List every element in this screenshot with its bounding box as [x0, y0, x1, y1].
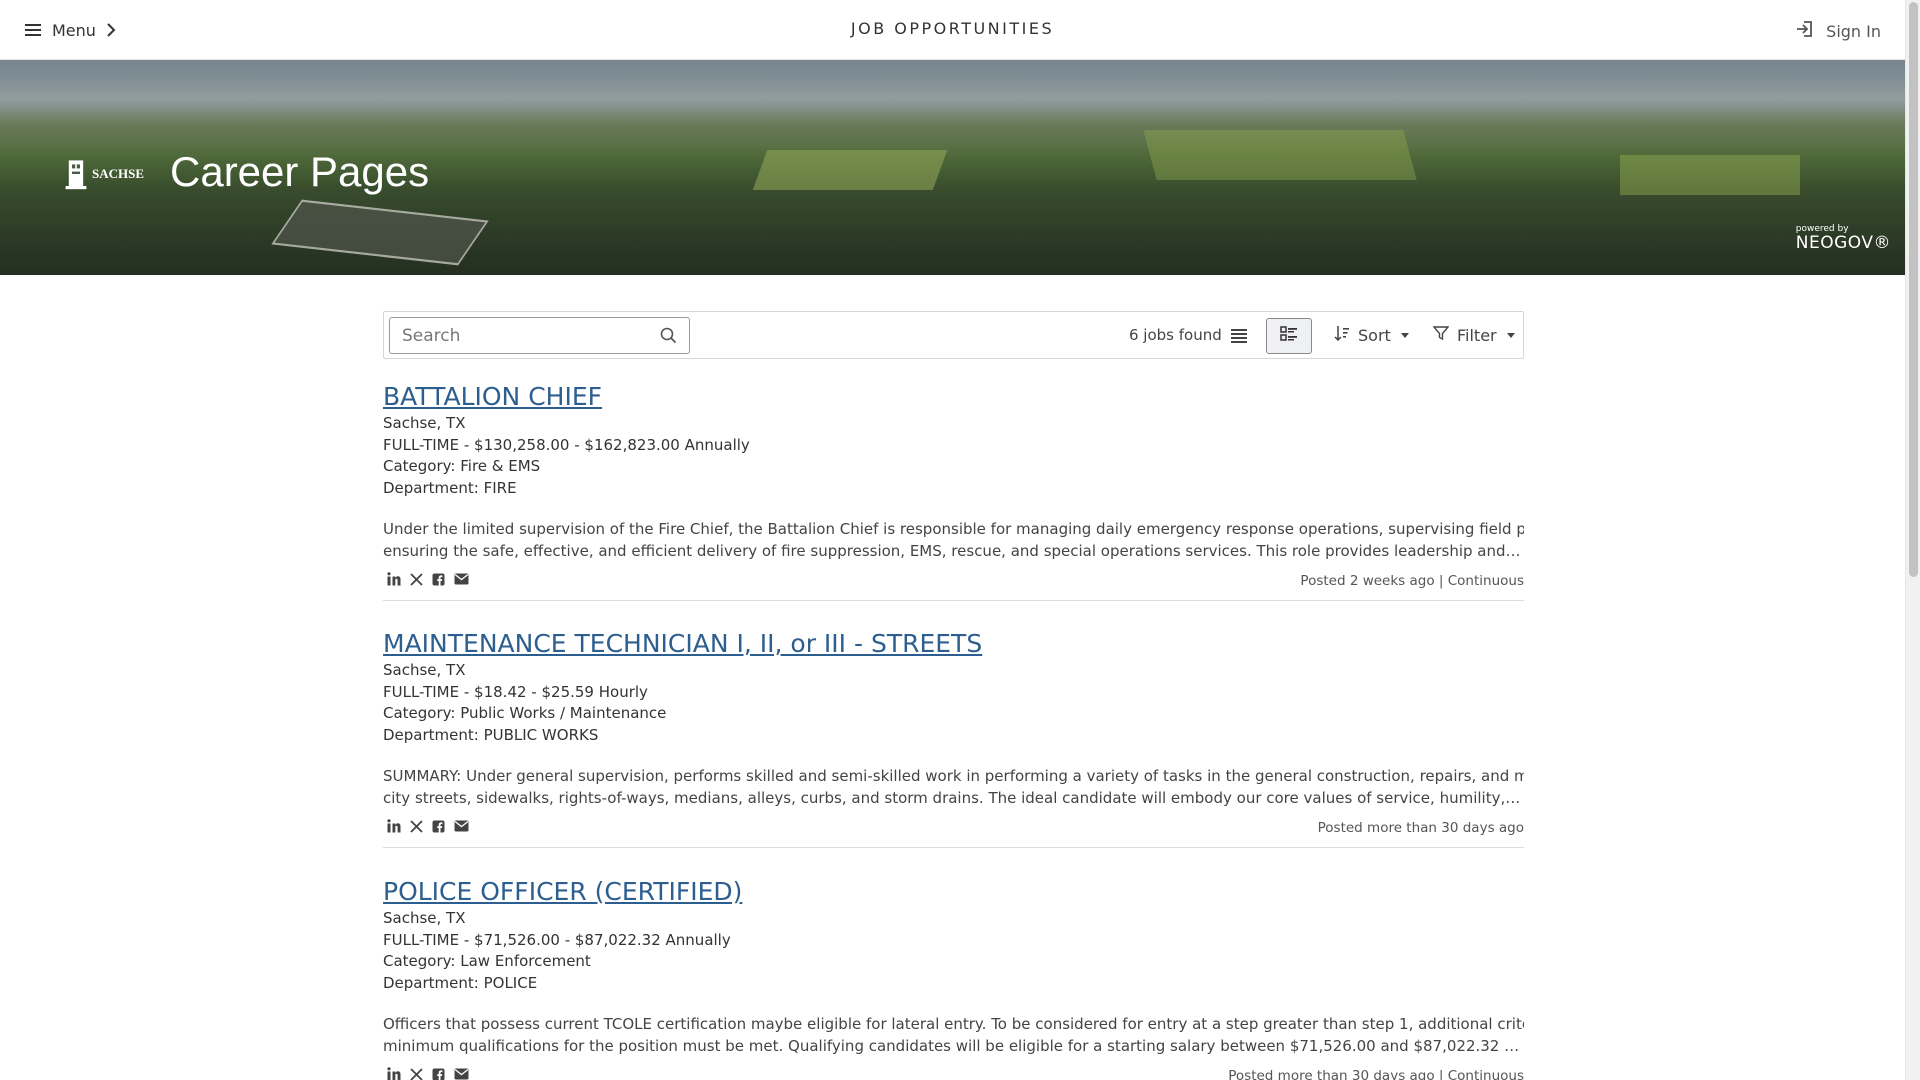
linkedin-icon[interactable] [387, 819, 401, 833]
linkedin-icon[interactable] [387, 572, 401, 586]
facebook-icon[interactable] [432, 573, 445, 586]
search-icon[interactable] [660, 327, 677, 348]
banner-field [1143, 130, 1417, 180]
job-listing: MAINTENANCE TECHNICIAN I, II, or III - S… [383, 628, 1524, 848]
share-links [387, 819, 469, 833]
linkedin-icon[interactable] [387, 1067, 401, 1080]
list-view-icon[interactable] [1230, 326, 1248, 348]
search-input[interactable] [390, 318, 640, 353]
caret-down-icon [1400, 332, 1409, 338]
job-description-line: Officers that possess current TCOLE cert… [383, 1015, 1524, 1033]
job-footer: Posted 2 weeks ago | Continuous [383, 568, 1524, 600]
top-navbar: Menu JOB OPPORTUNITIES Sign In [0, 0, 1905, 60]
job-toolbar: 6 jobs found Sort Filter [383, 311, 1524, 359]
job-title-link[interactable]: BATTALION CHIEF [383, 381, 1524, 413]
job-salary: FULL-TIME - $18.42 - $25.59 Hourly [383, 682, 648, 701]
posted-date: Posted 2 weeks ago | Continuous [1300, 573, 1524, 589]
page-title: JOB OPPORTUNITIES [850, 19, 1055, 38]
sign-in-icon [1796, 20, 1814, 42]
neogov-logo: NEOGOV® [1795, 233, 1891, 253]
job-description-line: ensuring the safe, effective, and effici… [383, 542, 1524, 560]
banner-field [1620, 155, 1800, 195]
page-scrollbar[interactable] [1905, 0, 1920, 1080]
sachse-logo: SACHSE [64, 152, 144, 196]
share-links [387, 572, 469, 586]
card-view-button[interactable] [1266, 318, 1312, 354]
sign-in-button[interactable]: Sign In [1796, 20, 1881, 42]
job-category: Category: Public Works / Maintenance [383, 704, 667, 722]
posted-date: Posted more than 30 days ago [1317, 820, 1524, 836]
tower-logo-icon [65, 160, 87, 190]
job-department: Department: FIRE [383, 478, 517, 497]
banner-parking-lot [271, 199, 489, 266]
banner-sky [0, 60, 1905, 98]
banner-title: Career Pages [170, 148, 430, 195]
job-footer: Posted more than 30 days ago | Continuou… [383, 1063, 1524, 1080]
job-listing: POLICE OFFICER (CERTIFIED) Sachse, TX FU… [383, 876, 1524, 1080]
sort-icon [1334, 325, 1350, 345]
job-description: Officers that possess current TCOLE cert… [383, 1013, 1524, 1057]
job-title-link[interactable]: MAINTENANCE TECHNICIAN I, II, or III - S… [383, 628, 1524, 660]
job-location: Sachse, TX [383, 661, 466, 679]
search-box [389, 317, 690, 354]
jobs-found-count: 6 jobs found [1129, 326, 1222, 344]
job-category: Category: Fire & EMS [383, 457, 541, 475]
job-department: Department: POLICE [383, 973, 538, 992]
banner-field [752, 150, 948, 190]
logo-text: SACHSE [91, 166, 144, 181]
powered-by-neogov[interactable]: powered by NEOGOV® [1796, 224, 1891, 252]
share-links [387, 1067, 469, 1080]
job-footer: Posted more than 30 days ago [383, 815, 1524, 847]
sort-label: Sort [1358, 325, 1391, 345]
email-icon[interactable] [454, 1068, 469, 1080]
job-listing: BATTALION CHIEF Sachse, TX FULL-TIME - $… [383, 381, 1524, 601]
posted-date: Posted more than 30 days ago | Continuou… [1228, 1068, 1524, 1080]
x-twitter-icon[interactable] [410, 1067, 423, 1080]
sort-dropdown[interactable]: Sort [1334, 325, 1409, 345]
scrollbar-thumb[interactable] [1909, 2, 1918, 577]
sign-in-label: Sign In [1826, 21, 1881, 41]
x-twitter-icon[interactable] [410, 572, 423, 586]
filter-icon [1432, 325, 1450, 345]
job-description-line: minimum qualifications for the position … [383, 1037, 1524, 1055]
filter-label: Filter [1457, 325, 1497, 345]
job-description-line: city streets, sidewalks, rights-of-ways,… [383, 789, 1524, 807]
card-view-icon [1280, 326, 1298, 346]
job-category: Category: Law Enforcement [383, 952, 591, 970]
caret-down-icon [1506, 332, 1515, 338]
email-icon[interactable] [454, 573, 469, 585]
facebook-icon[interactable] [432, 1068, 445, 1080]
job-title-link[interactable]: POLICE OFFICER (CERTIFIED) [383, 876, 1524, 908]
job-department: Department: PUBLIC WORKS [383, 725, 599, 744]
job-description: SUMMARY: Under general supervision, perf… [383, 765, 1524, 809]
filter-dropdown[interactable]: Filter [1432, 325, 1515, 345]
job-location: Sachse, TX [383, 909, 466, 927]
hero-banner: SACHSE Career Pages powered by NEOGOV® [0, 60, 1905, 275]
facebook-icon[interactable] [432, 820, 445, 833]
job-salary: FULL-TIME - $71,526.00 - $87,022.32 Annu… [383, 930, 731, 949]
job-description: Under the limited supervision of the Fir… [383, 518, 1524, 562]
job-description-line: SUMMARY: Under general supervision, perf… [383, 767, 1524, 785]
job-location: Sachse, TX [383, 414, 466, 432]
email-icon[interactable] [454, 820, 469, 832]
x-twitter-icon[interactable] [410, 819, 423, 833]
job-salary: FULL-TIME - $130,258.00 - $162,823.00 An… [383, 435, 750, 454]
job-description-line: Under the limited supervision of the Fir… [383, 520, 1524, 538]
